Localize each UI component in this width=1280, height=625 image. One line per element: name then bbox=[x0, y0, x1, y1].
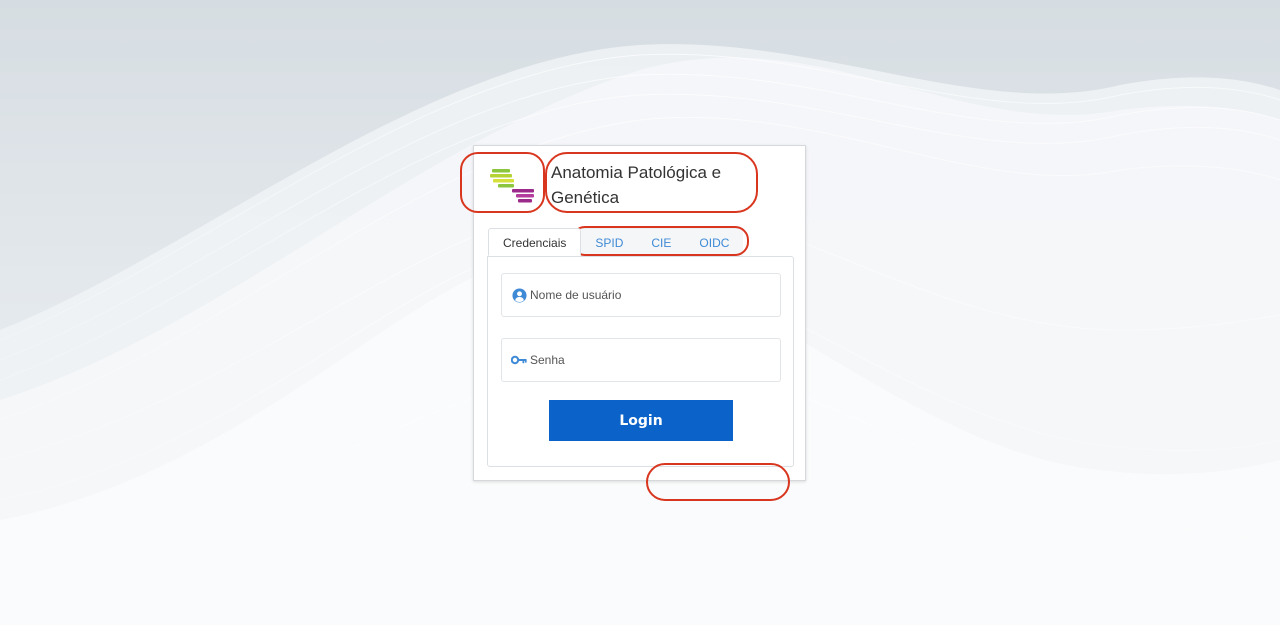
tab-spid[interactable]: SPID bbox=[581, 228, 638, 256]
app-title: Anatomia Patológica e Genética bbox=[551, 163, 722, 207]
username-input[interactable] bbox=[530, 288, 770, 302]
tab-cie[interactable]: CIE bbox=[637, 228, 686, 256]
login-card: Anatomia Patológica e Genética Credencia… bbox=[473, 145, 806, 481]
password-input[interactable] bbox=[530, 353, 770, 367]
password-field[interactable] bbox=[501, 338, 781, 382]
key-icon bbox=[511, 352, 527, 368]
app-logo bbox=[488, 166, 538, 210]
user-circle-icon bbox=[511, 287, 527, 303]
tab-oidc[interactable]: OIDC bbox=[685, 228, 744, 256]
credentials-panel: Login bbox=[487, 256, 794, 467]
login-button[interactable]: Login bbox=[549, 400, 733, 441]
username-field[interactable] bbox=[501, 273, 781, 317]
auth-tabs: Credenciais SPID CIE OIDC bbox=[488, 228, 744, 256]
tab-credenciais[interactable]: Credenciais bbox=[488, 228, 582, 256]
